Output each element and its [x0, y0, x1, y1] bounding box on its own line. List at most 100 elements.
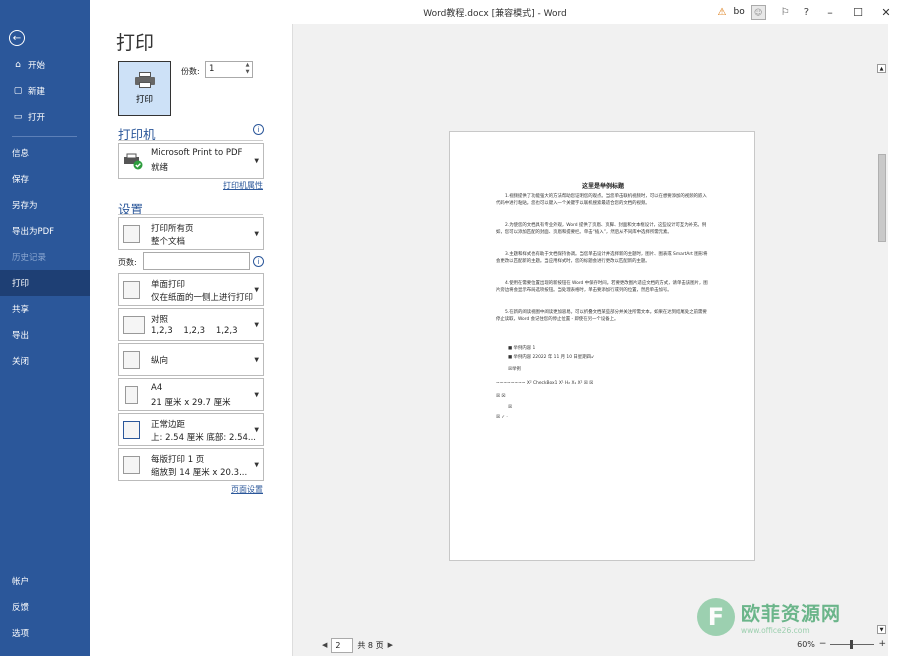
avatar[interactable]: ☺	[750, 4, 766, 20]
zoom-out-button[interactable]: −	[819, 639, 827, 649]
setting-title: 打印所有页	[151, 224, 194, 234]
margins-dropdown[interactable]: 正常边距 上: 2.54 厘米 底部: 2.54... ▼	[118, 413, 264, 446]
zoom-in-button[interactable]: +	[878, 639, 886, 649]
back-arrow-icon[interactable]: ←	[9, 30, 25, 46]
chevron-down-icon: ▼	[254, 356, 259, 363]
info-icon[interactable]: i	[253, 124, 264, 135]
print-button[interactable]: 打印	[118, 61, 171, 116]
zoom-slider[interactable]	[830, 639, 875, 649]
sidebar-item-close[interactable]: 关闭	[0, 348, 90, 374]
sidebar-item-new[interactable]: ▢ 新建	[0, 78, 90, 104]
document-paragraph: 2.为使您的文档具有专业外观，Word 提供了页眉、页脚、封面和文本框设计，这些…	[496, 223, 707, 235]
sidebar-item-label: 打印	[12, 279, 30, 289]
sidebar-item-home[interactable]: ⌂ 开始	[0, 52, 90, 78]
preview-page: 这里是举例标题 1.视频提供了功能强大的方法帮助您证明您的观点。当您单击联机视频…	[449, 131, 755, 561]
zoom-percent[interactable]: 60%	[797, 640, 815, 649]
section-divider	[118, 140, 263, 141]
setting-subtitle: 缩放到 14 厘米 x 20.3...	[151, 468, 248, 478]
pages-per-sheet-icon	[123, 455, 140, 474]
folder-icon: ▭	[13, 112, 23, 122]
help-icon[interactable]: ?	[804, 7, 809, 18]
sidebar-item-label: 保存	[12, 175, 30, 185]
sidebar-item-label: 共享	[12, 305, 30, 315]
paper-size-icon	[125, 385, 138, 404]
previous-page-arrow[interactable]: ◀	[322, 641, 327, 649]
pages-per-sheet-dropdown[interactable]: 每版打印 1 页 缩放到 14 厘米 x 20.3... ▼	[118, 448, 264, 481]
setting-subtitle: 仅在纸面的一侧上进行打印	[151, 293, 254, 303]
sidebar-item-export-pdf[interactable]: 导出为PDF	[0, 218, 90, 244]
sidebar-item-history: 历史记录	[0, 244, 90, 270]
print-range-dropdown[interactable]: 打印所有页 整个文档 ▼	[118, 217, 264, 250]
document-paragraph: 5.在新的阅读视图中阅读更加容易。可以折叠文档某些部分并关注所需文本。如果在达到…	[496, 310, 707, 322]
sidebar-item-label: 关闭	[12, 357, 30, 367]
orientation-dropdown[interactable]: 纵向 ▼	[118, 343, 264, 376]
paper-size-dropdown[interactable]: A4 21 厘米 x 29.7 厘米 ▼	[118, 378, 264, 411]
sidebar-item-open[interactable]: ▭ 打开	[0, 104, 90, 130]
document-paragraph: 3.主题和样式也有助于文档保持协调。当您单击设计并选择新的主题时，图片、图表或 …	[496, 252, 708, 264]
chevron-down-icon: ▼	[254, 461, 259, 468]
new-document-icon: ▢	[13, 86, 23, 96]
sidebar-item-info[interactable]: 信息	[0, 140, 90, 166]
setting-title: 对照	[151, 315, 169, 325]
sidebar-item-label: 历史记录	[12, 253, 47, 263]
home-icon: ⌂	[15, 60, 21, 70]
printer-dropdown[interactable]: Microsoft Print to PDF 就绪 ▼	[118, 143, 264, 179]
printer-ready-icon	[123, 152, 143, 170]
sidebar-item-save-as[interactable]: 另存为	[0, 192, 90, 218]
chevron-down-icon: ▼	[254, 157, 259, 165]
sides-dropdown[interactable]: 单面打印 仅在纸面的一侧上进行打印 ▼	[118, 273, 264, 306]
sidebar-item-export[interactable]: 导出	[0, 322, 90, 348]
info-icon[interactable]: i	[253, 256, 264, 267]
copies-spinner[interactable]: ▲ ▼	[243, 62, 252, 77]
scroll-down-arrow[interactable]: ▼	[877, 625, 886, 634]
user-name[interactable]: bo	[733, 7, 744, 17]
one-sided-icon	[123, 280, 140, 299]
setting-subtitle: 上: 2.54 厘米 底部: 2.54...	[151, 433, 256, 443]
margins-icon	[123, 420, 140, 439]
zoom-slider-knob[interactable]	[850, 639, 854, 649]
setting-title: 正常边距	[151, 420, 186, 430]
feedback-flag-icon[interactable]: ⚐	[781, 7, 790, 18]
sidebar-item-save[interactable]: 保存	[0, 166, 90, 192]
sidebar-item-label: 帐户	[12, 577, 30, 587]
next-page-arrow[interactable]: ▶	[388, 641, 393, 649]
chevron-down-icon: ▼	[254, 426, 259, 433]
warning-icon[interactable]: ⚠	[718, 7, 727, 18]
sidebar-item-label: 导出为PDF	[12, 227, 55, 237]
list-item: ■ 举例内容 22022 年 11 月 10 日星期四↙	[508, 355, 595, 360]
sidebar-item-share[interactable]: 共享	[0, 296, 90, 322]
sidebar-item-label: 导出	[12, 331, 30, 341]
scroll-up-arrow[interactable]: ▲	[877, 64, 886, 73]
copies-label: 份数:	[181, 67, 200, 76]
sidebar-item-label: 另存为	[12, 201, 38, 211]
sidebar-item-print[interactable]: 打印	[0, 270, 90, 296]
sidebar-item-account[interactable]: 帐户	[0, 568, 90, 594]
document-title: 这里是举例标题	[581, 183, 624, 190]
sidebar-item-label: 选项	[12, 629, 30, 639]
watermark-text: 欧菲资源网	[741, 603, 842, 625]
close-button[interactable]: ✕	[872, 6, 900, 19]
minimize-button[interactable]: –	[816, 6, 844, 19]
maximize-button[interactable]: ☐	[844, 6, 872, 19]
setting-title: A4	[151, 383, 163, 393]
sidebar-item-feedback[interactable]: 反馈	[0, 594, 90, 620]
collation-dropdown[interactable]: 对照 1,2,3 1,2,3 1,2,3 ▼	[118, 308, 264, 341]
chevron-down-icon: ▼	[254, 391, 259, 398]
scroll-thumb[interactable]	[878, 154, 886, 242]
current-page-input[interactable]: 2	[331, 637, 354, 653]
section-divider	[118, 214, 263, 215]
zoom-control: 60% − +	[797, 639, 890, 649]
pages-label: 页数:	[118, 258, 137, 267]
vertical-scrollbar[interactable]: ▲ ▼	[876, 64, 888, 656]
setting-subtitle: 21 厘米 x 29.7 厘米	[151, 398, 231, 408]
setting-subtitle: 整个文档	[151, 237, 186, 247]
setting-title: 单面打印	[151, 280, 186, 290]
pages-input[interactable]	[143, 252, 250, 270]
printer-properties-link[interactable]: 打印机属性	[223, 180, 263, 191]
page-setup-link[interactable]: 页面设置	[231, 484, 263, 495]
sidebar-item-options[interactable]: 选项	[0, 620, 90, 646]
checkbox-example: ☒举例	[508, 367, 521, 372]
print-settings-panel: 打印 打印 份数: 1 ▲ ▼ 打印机 i Microsoft Print to …	[90, 24, 290, 656]
title-bar: Word教程.docx [兼容模式] - Word ⚠ bo ☺ ⚐ ? – ☐…	[90, 0, 900, 24]
print-preview-area: 这里是举例标题 1.视频提供了功能强大的方法帮助您证明您的观点。当您单击联机视频…	[292, 24, 888, 656]
